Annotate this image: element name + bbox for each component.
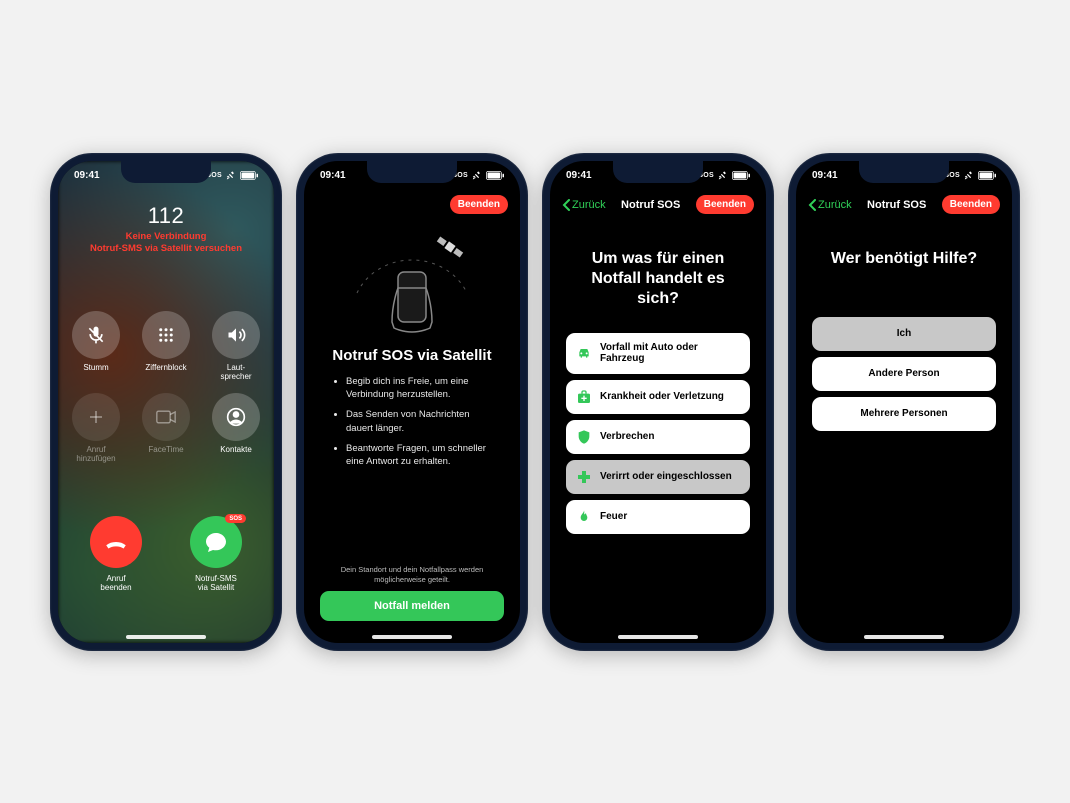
battery-icon: [732, 171, 750, 180]
hangup-icon: [103, 529, 129, 555]
chevron-left-icon: [562, 199, 570, 211]
back-button[interactable]: Zurück: [808, 199, 852, 211]
cross-icon: [576, 469, 592, 485]
intro-title: Notruf SOS via Satellit: [304, 347, 520, 364]
facetime-button: [142, 393, 190, 441]
keypad-button[interactable]: [142, 311, 190, 359]
dialed-number: 112: [58, 203, 274, 229]
option-fire[interactable]: Feuer: [566, 500, 750, 534]
mute-button[interactable]: [72, 311, 120, 359]
call-status-line1: Keine Verbindung: [58, 231, 274, 243]
option-label: Feuer: [600, 511, 627, 522]
satellite-illustration: [304, 223, 520, 343]
option-label: Vorfall mit Auto oder Fahrzeug: [600, 342, 740, 365]
end-button[interactable]: Beenden: [942, 195, 1000, 214]
mute-label: Stumm: [83, 363, 108, 372]
contacts-label: Kontakte: [220, 445, 252, 454]
hangup-button[interactable]: [90, 516, 142, 568]
shield-icon: [576, 429, 592, 445]
facetime-icon: [156, 410, 176, 424]
satellite-icon: [226, 171, 236, 181]
nav-title: Notruf SOS: [867, 199, 926, 211]
keypad-label: Ziffernblock: [145, 363, 186, 372]
question-text: Um was für einen Notfall handelt es sich…: [570, 249, 746, 309]
option-label: Ich: [897, 328, 911, 339]
car-icon: [576, 345, 592, 361]
phone-call-failed: 09:41 SOS 112 Keine Verbindung Notruf-SM…: [50, 153, 282, 651]
end-button[interactable]: Beenden: [450, 195, 508, 214]
battery-icon: [978, 171, 996, 180]
option-me[interactable]: Ich: [812, 317, 996, 351]
option-label: Verbrechen: [600, 431, 654, 442]
sos-badge: SOS: [225, 514, 246, 523]
battery-icon: [240, 171, 258, 180]
status-time: 09:41: [320, 170, 346, 181]
home-indicator[interactable]: [126, 635, 206, 639]
battery-icon: [486, 171, 504, 180]
message-icon: [204, 530, 228, 554]
sos-sms-button[interactable]: SOS: [190, 516, 242, 568]
phone-sos-intro: 09:41 SOS Beenden: [296, 153, 528, 651]
status-time: 09:41: [812, 170, 838, 181]
chevron-left-icon: [808, 199, 816, 211]
medical-icon: [576, 389, 592, 405]
nav-title: Notruf SOS: [621, 199, 680, 211]
speaker-button[interactable]: [212, 311, 260, 359]
speaker-icon: [226, 325, 246, 345]
option-label: Krankheit oder Verletzung: [600, 391, 724, 402]
intro-bullet-list: Begib dich ins Freie, um eine Verbindung…: [334, 375, 494, 476]
intro-bullet: Beantworte Fragen, um schneller eine Ant…: [346, 442, 494, 470]
sos-sms-label: Notruf-SMS via Satellit: [195, 574, 237, 592]
privacy-note: Dein Standort und dein Notfallpass werde…: [324, 565, 500, 585]
back-button[interactable]: Zurück: [562, 199, 606, 211]
mute-icon: [86, 325, 106, 345]
back-label: Zurück: [572, 199, 606, 211]
hangup-label: Anruf beenden: [100, 574, 131, 592]
option-vehicle[interactable]: Vorfall mit Auto oder Fahrzeug: [566, 333, 750, 374]
satellite-icon: [718, 171, 728, 181]
home-indicator[interactable]: [618, 635, 698, 639]
phone-emergency-type: 09:41 SOS Zurück Notruf SOS Beenden Um w…: [542, 153, 774, 651]
status-time: 09:41: [566, 170, 592, 181]
contacts-icon: [226, 407, 246, 427]
option-medical[interactable]: Krankheit oder Verletzung: [566, 380, 750, 414]
home-indicator[interactable]: [372, 635, 452, 639]
call-status-line2: Notruf-SMS via Satellit versuchen: [58, 243, 274, 255]
satellite-icon: [964, 171, 974, 181]
speaker-label: Laut- sprecher: [220, 363, 251, 381]
option-crime[interactable]: Verbrechen: [566, 420, 750, 454]
home-indicator[interactable]: [864, 635, 944, 639]
plus-icon: [87, 408, 105, 426]
back-label: Zurück: [818, 199, 852, 211]
add-call-label: Anruf hinzufügen: [76, 445, 115, 463]
intro-bullet: Das Senden von Nachrichten dauert länger…: [346, 408, 494, 436]
option-multiple-people[interactable]: Mehrere Personen: [812, 397, 996, 431]
option-label: Andere Person: [868, 368, 939, 379]
option-lost[interactable]: Verirrt oder eingeschlossen: [566, 460, 750, 494]
option-other-person[interactable]: Andere Person: [812, 357, 996, 391]
end-button[interactable]: Beenden: [696, 195, 754, 214]
status-time: 09:41: [74, 170, 100, 181]
satellite-icon: [472, 171, 482, 181]
keypad-icon: [157, 326, 175, 344]
option-label: Verirrt oder eingeschlossen: [600, 471, 732, 482]
phone-who-needs-help: 09:41 SOS Zurück Notruf SOS Beenden Wer …: [788, 153, 1020, 651]
question-text: Wer benötigt Hilfe?: [816, 249, 992, 269]
contacts-button[interactable]: [212, 393, 260, 441]
option-label: Mehrere Personen: [860, 408, 947, 419]
flame-icon: [576, 509, 592, 525]
facetime-label: FaceTime: [148, 445, 183, 454]
report-emergency-button[interactable]: Notfall melden: [320, 591, 504, 621]
intro-bullet: Begib dich ins Freie, um eine Verbindung…: [346, 375, 494, 403]
add-call-button: [72, 393, 120, 441]
